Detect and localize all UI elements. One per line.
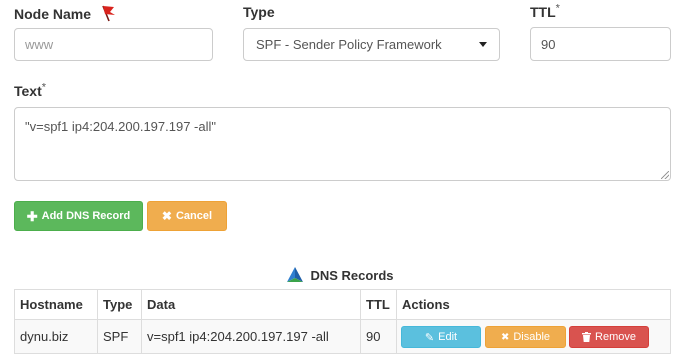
column-header-data: Data (141, 289, 361, 320)
cell-actions: ✎ Edit ✖ Disable Remove (396, 319, 671, 354)
cell-type: SPF (97, 319, 142, 354)
ttl-label: TTL* (530, 2, 560, 20)
column-header-type: Type (97, 289, 142, 320)
table-header-row: Hostname Type Data TTL Actions (14, 289, 671, 320)
flag-icon (99, 4, 117, 25)
column-header-hostname: Hostname (14, 289, 98, 320)
add-dns-record-button[interactable]: ✚ Add DNS Record (14, 201, 143, 231)
plus-icon: ✚ (26, 208, 38, 224)
type-label: Type (243, 4, 275, 20)
edit-button[interactable]: ✎ Edit (401, 326, 481, 348)
table-row: dynu.biz SPF v=spf1 ip4:204.200.197.197 … (14, 319, 671, 354)
times-icon: ✖ (500, 331, 510, 343)
ttl-input[interactable] (530, 27, 671, 61)
column-header-actions: Actions (396, 289, 671, 320)
caret-down-icon (479, 42, 487, 47)
dns-logo-icon (286, 266, 304, 284)
resize-handle[interactable] (661, 171, 669, 179)
times-icon: ✖ (161, 209, 172, 223)
disable-button[interactable]: ✖ Disable (485, 326, 566, 348)
node-name-input[interactable] (14, 28, 213, 61)
type-select[interactable]: SPF - Sender Policy Framework (243, 28, 500, 61)
column-header-ttl: TTL (360, 289, 397, 320)
cancel-button[interactable]: ✖ Cancel (147, 201, 227, 231)
pencil-icon: ✎ (424, 331, 435, 344)
trash-icon (582, 332, 592, 342)
dns-records-heading: DNS Records (0, 266, 680, 284)
type-select-value: SPF - Sender Policy Framework (256, 37, 442, 52)
remove-button[interactable]: Remove (569, 326, 649, 348)
text-textarea[interactable]: "v=spf1 ip4:204.200.197.197 -all" (14, 107, 671, 181)
node-name-label: Node Name (14, 4, 117, 25)
cell-ttl: 90 (360, 319, 397, 354)
cell-data: v=spf1 ip4:204.200.197.197 -all (141, 319, 361, 354)
text-label: Text* (14, 81, 47, 99)
cell-hostname: dynu.biz (14, 319, 98, 354)
dns-records-table: Hostname Type Data TTL Actions dynu.biz … (14, 289, 671, 354)
